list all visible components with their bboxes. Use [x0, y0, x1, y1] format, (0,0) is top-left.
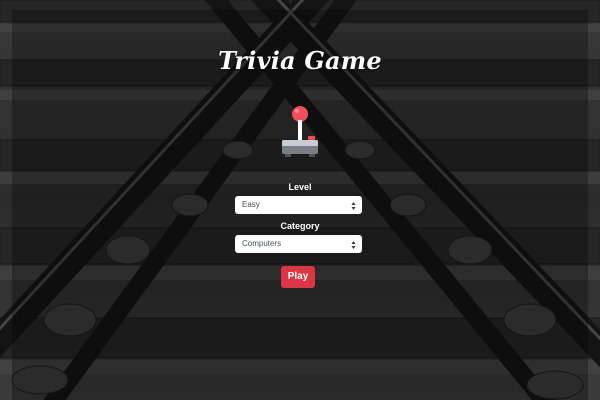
game-setup-panel: Trivia Game Level Easy Category Computer…	[0, 0, 600, 400]
category-select[interactable]: Computers	[235, 235, 362, 253]
category-label: Category	[280, 221, 320, 231]
level-label: Level	[288, 182, 312, 192]
play-button[interactable]: Play	[281, 266, 315, 288]
level-select[interactable]: Easy	[235, 196, 362, 214]
sort-caret-icon	[351, 200, 356, 210]
app-title: Trivia Game	[218, 46, 382, 75]
level-select-value: Easy	[242, 200, 260, 209]
trivia-app: Trivia Game Level Easy Category Computer…	[0, 0, 600, 400]
joystick-icon	[277, 104, 323, 160]
sort-caret-icon	[351, 239, 356, 249]
category-select-value: Computers	[242, 239, 282, 248]
